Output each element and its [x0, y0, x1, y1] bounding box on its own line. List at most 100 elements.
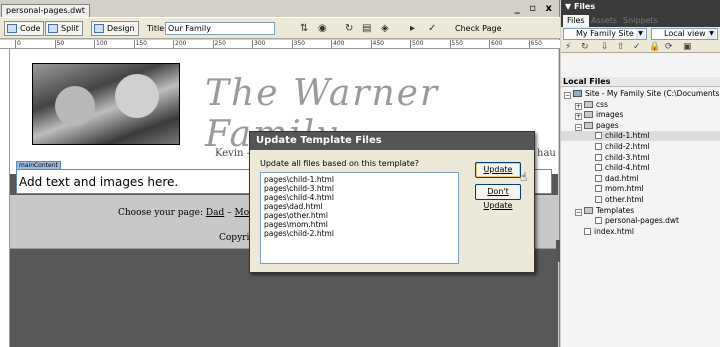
- expand-icon[interactable]: +: [575, 113, 582, 121]
- file-icon: [595, 164, 602, 172]
- update-button[interactable]: Update: [475, 162, 521, 178]
- view-select[interactable]: Local view ▼: [651, 28, 718, 40]
- check-out-icon[interactable]: ✓: [633, 42, 641, 52]
- code-icon: [7, 24, 17, 33]
- vertical-ruler: [0, 49, 10, 347]
- folder-icon: [584, 206, 593, 214]
- dialog-title[interactable]: Update Template Files: [250, 132, 534, 150]
- nav-link-kevin[interactable]: Kevin –: [215, 148, 252, 159]
- design-view-button[interactable]: Design: [91, 21, 139, 36]
- tab-snippets[interactable]: Snippets: [619, 15, 662, 27]
- view-options-icon[interactable]: ▤: [362, 23, 371, 34]
- tree-item-label: child-4.html: [605, 163, 650, 173]
- update-template-dialog: Update Template Files Update all files b…: [249, 131, 535, 273]
- expand-icon[interactable]: ▣: [683, 42, 692, 52]
- check-page-button[interactable]: Check Page: [455, 24, 502, 33]
- affected-file-item: pages\child-3.html: [264, 184, 334, 193]
- document-toolbar: Code Split Design Title: Our Family ⇅ ◉ …: [0, 17, 560, 39]
- expand-icon[interactable]: +: [575, 102, 582, 110]
- tab-assets[interactable]: Assets: [587, 15, 621, 27]
- tree-item-label: dad.html: [605, 173, 639, 183]
- ruler-tick: 300: [252, 40, 266, 48]
- tree-item-file[interactable]: dad.html: [561, 174, 720, 184]
- ruler-tick: 500: [410, 40, 424, 48]
- get-files-icon[interactable]: ⇩: [601, 42, 609, 52]
- affected-file-item: pages\dad.html: [264, 202, 323, 211]
- link-separator: –: [227, 208, 232, 218]
- site-select[interactable]: My Family Site ▼: [563, 28, 647, 40]
- collapse-icon[interactable]: −: [575, 123, 582, 131]
- folder-icon: [584, 100, 593, 108]
- file-icon: [595, 217, 602, 225]
- ruler-tick: 400: [331, 40, 345, 48]
- tree-item-file[interactable]: child-2.html: [561, 142, 720, 152]
- dialog-prompt: Update all files based on this template?: [260, 159, 419, 168]
- family-photo: [32, 63, 180, 145]
- file-icon: [595, 153, 602, 161]
- tree-item-folder[interactable]: − Templates: [561, 206, 720, 216]
- synchronize-icon[interactable]: ⟳: [665, 42, 673, 52]
- visual-aids-icon[interactable]: ◈: [381, 23, 389, 34]
- tree-item-site[interactable]: − Site - My Family Site (C:\Documents a: [561, 89, 720, 99]
- tree-item-label: child-1.html: [605, 131, 650, 141]
- tree-item-folder[interactable]: + images: [561, 110, 720, 121]
- tree-item-label: personal-pages.dwt: [605, 216, 679, 226]
- collapse-icon[interactable]: −: [575, 208, 582, 216]
- refresh-icon[interactable]: ↻: [581, 42, 589, 52]
- validate-markup-icon[interactable]: ▸: [410, 23, 415, 34]
- ruler-tick: 450: [370, 40, 384, 48]
- files-panel: ▼ Files Files Assets Snippets My Family …: [561, 0, 720, 347]
- tree-item-file[interactable]: index.html: [561, 227, 720, 237]
- tree-item-folder[interactable]: + css: [561, 100, 720, 110]
- tree-item-folder[interactable]: − pages: [561, 121, 720, 131]
- code-view-button[interactable]: Code: [4, 21, 45, 36]
- file-icon: [595, 185, 602, 193]
- file-tree: − Site - My Family Site (C:\Documents a + c…: [561, 89, 720, 347]
- affected-file-item: pages\other.html: [264, 211, 328, 220]
- split-view-button[interactable]: Split: [45, 21, 83, 36]
- browser-check-icon[interactable]: ✓: [428, 23, 436, 34]
- tree-item-file[interactable]: other.html: [561, 195, 720, 205]
- ruler-tick: 200: [173, 40, 187, 48]
- nav-link-partial[interactable]: hau: [537, 148, 556, 159]
- put-files-icon[interactable]: ⇧: [617, 42, 625, 52]
- chevron-down-icon: ▼: [707, 29, 716, 39]
- local-files-header: Local Files: [561, 77, 720, 87]
- files-panel-title[interactable]: ▼ Files: [561, 0, 720, 13]
- preview-browser-icon[interactable]: ◉: [318, 23, 327, 34]
- document-tab[interactable]: personal-pages.dwt: [1, 4, 90, 17]
- panel-splitter-handle[interactable]: [556, 240, 560, 262]
- design-view-label: Design: [107, 24, 135, 33]
- file-icon: [595, 132, 602, 140]
- file-icon: [584, 227, 591, 235]
- affected-file-item: pages\child-2.html: [264, 229, 334, 238]
- ruler-tick: 600: [489, 40, 503, 48]
- tab-files[interactable]: Files: [563, 15, 589, 27]
- file-icon: [595, 143, 602, 150]
- tree-item-label: Templates: [596, 205, 635, 215]
- window-controls[interactable]: _ ▫ x: [515, 3, 555, 14]
- ruler-tick: 550: [449, 40, 463, 48]
- tree-item-file[interactable]: child-4.html: [561, 163, 720, 173]
- tree-item-label: index.html: [594, 226, 634, 236]
- refresh-icon[interactable]: ↻: [345, 23, 353, 34]
- tree-item-file[interactable]: child-3.html: [561, 153, 720, 163]
- copyright-text: Copyri: [219, 233, 250, 243]
- connect-icon[interactable]: ⚡: [565, 42, 571, 52]
- file-management-icon[interactable]: ⇅: [300, 23, 308, 34]
- dont-update-button[interactable]: Don't Update: [475, 184, 521, 210]
- tree-item-file[interactable]: mom.html: [561, 184, 720, 194]
- page-title-input[interactable]: Our Family: [165, 22, 275, 35]
- ruler-tick: 0: [15, 40, 21, 48]
- check-in-icon[interactable]: 🔒: [649, 42, 660, 52]
- affected-files-list[interactable]: pages\child-1.html pages\child-3.html page…: [260, 172, 459, 264]
- ruler-tick: 350: [291, 40, 305, 48]
- tree-item-file[interactable]: child-1.html: [561, 131, 720, 142]
- ruler-tick: 50: [54, 40, 65, 48]
- link-dad[interactable]: Dad: [206, 208, 224, 218]
- collapse-icon[interactable]: −: [564, 92, 571, 99]
- site-icon: [573, 90, 582, 97]
- tree-item-file[interactable]: personal-pages.dwt: [561, 216, 720, 226]
- code-view-label: Code: [20, 24, 41, 33]
- mouse-cursor-icon: ☝: [520, 170, 528, 184]
